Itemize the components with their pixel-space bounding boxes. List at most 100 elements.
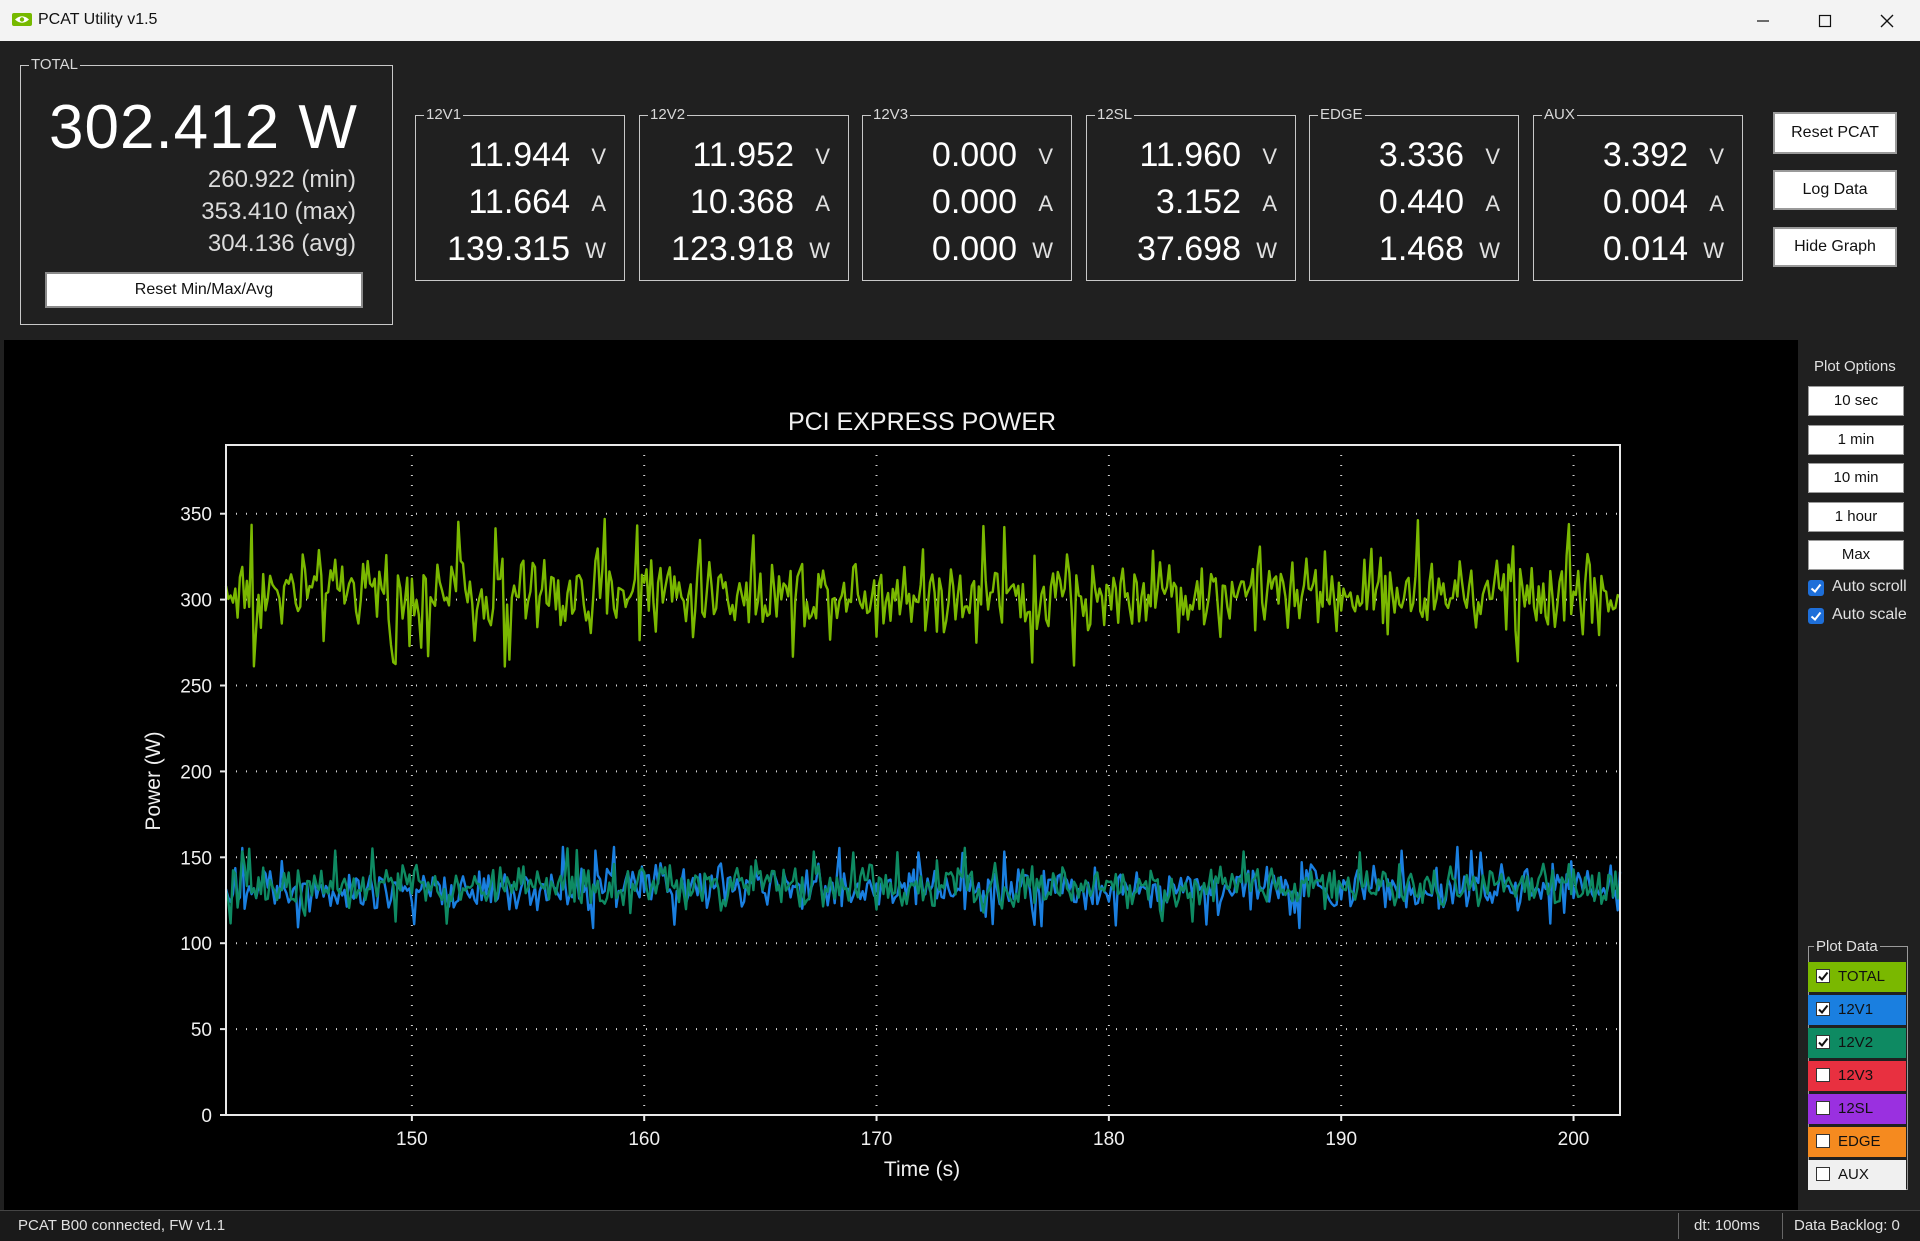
amps-unit: A	[815, 191, 830, 216]
watts-unit: W	[1032, 238, 1053, 263]
auto-scroll-label: Auto scroll	[1832, 578, 1907, 595]
legend-checkbox[interactable]	[1816, 1167, 1830, 1181]
checkmark-icon	[1818, 1037, 1829, 1048]
legend-checkbox[interactable]	[1816, 1035, 1830, 1049]
hide-graph-button[interactable]: Hide Graph	[1773, 227, 1897, 267]
maximize-button[interactable]	[1794, 0, 1856, 41]
amps-value: 0.440	[1378, 183, 1464, 221]
watts-unit: W	[809, 238, 830, 263]
x-tick-label: 150	[396, 1129, 428, 1150]
maximize-icon	[1818, 14, 1832, 28]
legend-label: EDGE	[1838, 1133, 1881, 1150]
status-separator	[1782, 1213, 1783, 1239]
total-panel: TOTAL 302.412 W 260.922 (min) 353.410 (m…	[20, 56, 393, 325]
x-tick-label: 170	[861, 1129, 893, 1150]
y-axis-label: Power (W)	[142, 731, 165, 830]
legend-item-12v1[interactable]: 12V1	[1808, 995, 1906, 1025]
y-tick-label: 0	[201, 1106, 212, 1127]
dt-status: dt: 100ms	[1694, 1217, 1760, 1234]
amps-unit: A	[1038, 191, 1053, 216]
power-chart[interactable]: PCI EXPRESS POWER Time (s) Power (W) 150…	[4, 340, 1798, 1210]
watts-unit: W	[585, 238, 606, 263]
meter-12v1: 12V1 11.944 V 11.664 A 139.315 W	[415, 106, 625, 281]
legend-label: 12SL	[1838, 1100, 1874, 1117]
legend-item-12sl[interactable]: 12SL	[1808, 1094, 1906, 1124]
total-avg-value: 304.136 (avg)	[207, 230, 356, 257]
legend-checkbox[interactable]	[1816, 1002, 1830, 1016]
series-line-total	[224, 517, 1621, 668]
total-power-value: 302.412 W	[49, 93, 358, 162]
auto-scale-checkbox[interactable]	[1808, 608, 1824, 624]
range-1hour-button[interactable]: 1 hour	[1808, 502, 1904, 532]
legend-label: 12V2	[1838, 1034, 1874, 1051]
amps-unit: A	[1485, 191, 1500, 216]
legend-label: AUX	[1838, 1166, 1869, 1183]
meter-12sl: 12SL 11.960 V 3.152 A 37.698 W	[1086, 106, 1296, 281]
meter-aux: AUX 3.392 V 0.004 A 0.014 W	[1533, 106, 1743, 281]
x-axis-label: Time (s)	[884, 1158, 960, 1181]
legend-checkbox[interactable]	[1816, 1134, 1830, 1148]
minimize-button[interactable]	[1732, 0, 1794, 41]
legend-checkbox[interactable]	[1816, 1068, 1830, 1082]
y-tick-label: 200	[180, 762, 212, 783]
series-line-12v1	[224, 845, 1622, 930]
legend-item-12v3[interactable]: 12V3	[1808, 1061, 1906, 1091]
watts-unit: W	[1256, 238, 1277, 263]
range-max-button[interactable]: Max	[1808, 540, 1904, 570]
range-10min-button[interactable]: 10 min	[1808, 463, 1904, 493]
volts-unit: V	[591, 144, 606, 169]
checkmark-icon	[1810, 583, 1822, 593]
legend-checkbox[interactable]	[1816, 969, 1830, 983]
chart-title: PCI EXPRESS POWER	[788, 408, 1056, 436]
close-icon	[1880, 14, 1894, 28]
amps-unit: A	[1262, 191, 1277, 216]
legend-item-edge[interactable]: EDGE	[1808, 1127, 1906, 1157]
watts-value: 139.315	[447, 230, 570, 268]
connection-status: PCAT B00 connected, FW v1.1	[18, 1217, 226, 1234]
legend-item-12v2[interactable]: 12V2	[1808, 1028, 1906, 1058]
meter-12v2: 12V2 11.952 V 10.368 A 123.918 W	[639, 106, 849, 281]
amps-value: 0.004	[1602, 183, 1688, 221]
checkmark-icon	[1818, 971, 1829, 982]
checkmark-icon	[1818, 1004, 1829, 1015]
range-1min-button[interactable]: 1 min	[1808, 425, 1904, 455]
log-data-button[interactable]: Log Data	[1773, 170, 1897, 210]
backlog-status: Data Backlog: 0	[1794, 1217, 1900, 1234]
y-tick-label: 250	[180, 677, 212, 698]
total-min-value: 260.922 (min)	[207, 166, 356, 193]
meter-label: 12V3	[871, 106, 911, 124]
range-10sec-button[interactable]: 10 sec	[1808, 386, 1904, 416]
checkmark-icon	[1810, 611, 1822, 621]
reset-pcat-button[interactable]: Reset PCAT	[1773, 112, 1897, 154]
x-tick-label: 200	[1558, 1129, 1590, 1150]
close-button[interactable]	[1856, 0, 1918, 41]
amps-value: 10.368	[690, 183, 794, 221]
auto-scroll-checkbox[interactable]	[1808, 580, 1824, 596]
watts-value: 37.698	[1137, 230, 1241, 268]
auto-scale-label: Auto scale	[1832, 606, 1907, 623]
reset-min-max-avg-button[interactable]: Reset Min/Max/Avg	[45, 272, 363, 308]
meter-label: 12SL	[1095, 106, 1135, 124]
plot-area: PCI EXPRESS POWER Time (s) Power (W) 150…	[4, 340, 1798, 1210]
meter-label: 12V1	[424, 106, 464, 124]
volts-value: 0.000	[931, 136, 1017, 174]
status-bar: PCAT B00 connected, FW v1.1 dt: 100ms Da…	[0, 1210, 1920, 1241]
watts-value: 0.014	[1602, 230, 1688, 268]
plot-options-label: Plot Options	[1814, 358, 1896, 375]
plot-options-panel: Plot Options 10 sec 1 min 10 min 1 hour …	[1798, 340, 1920, 1210]
meter-label: 12V2	[648, 106, 688, 124]
legend-label: 12V3	[1838, 1067, 1874, 1084]
meter-edge: EDGE 3.336 V 0.440 A 1.468 W	[1309, 106, 1519, 281]
volts-unit: V	[1709, 144, 1724, 169]
x-tick-label: 160	[628, 1129, 660, 1150]
volts-unit: V	[1262, 144, 1277, 169]
volts-value: 3.392	[1602, 136, 1688, 174]
total-group-label: TOTAL	[29, 56, 80, 74]
legend-item-total[interactable]: TOTAL	[1808, 962, 1906, 992]
legend-item-aux[interactable]: AUX	[1808, 1160, 1906, 1190]
volts-value: 11.952	[692, 136, 794, 174]
y-tick-label: 300	[180, 591, 212, 612]
amps-value: 0.000	[931, 183, 1017, 221]
legend-checkbox[interactable]	[1816, 1101, 1830, 1115]
volts-value: 3.336	[1378, 136, 1464, 174]
